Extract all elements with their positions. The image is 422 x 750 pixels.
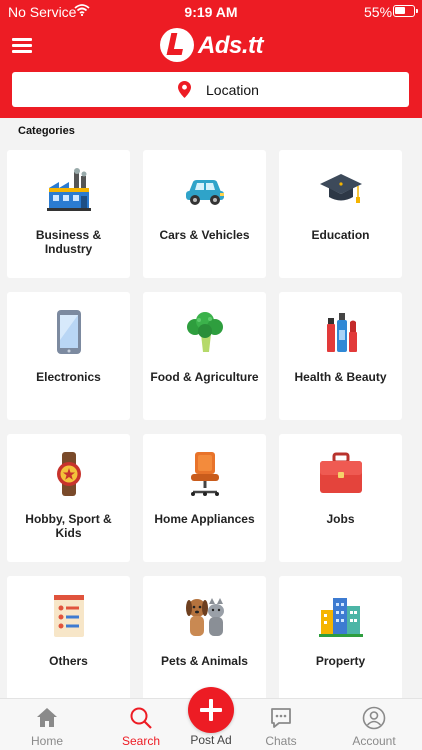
brand-name: Ads.tt (198, 32, 264, 59)
category-card-pets-animals[interactable]: Pets & Animals (143, 576, 266, 704)
logo-badge-icon (160, 28, 194, 62)
brand-logo: Ads.tt (160, 28, 270, 64)
category-card-electronics[interactable]: Electronics (7, 292, 130, 420)
status-bar: No Service 9:19 AM 55% (0, 0, 422, 24)
category-card-business-industry[interactable]: Business & Industry (7, 150, 130, 278)
category-card-property[interactable]: Property (279, 576, 402, 704)
briefcase-icon (279, 452, 402, 500)
category-card-hobby-sport-kids[interactable]: Hobby, Sport & Kids (7, 434, 130, 562)
factory-icon (7, 168, 130, 216)
tab-chats[interactable]: Chats (236, 699, 326, 750)
category-label: Pets & Animals (161, 654, 248, 668)
map-pin-icon (178, 81, 191, 103)
category-card-health-beauty[interactable]: Health & Beauty (279, 292, 402, 420)
user-account-icon (362, 706, 386, 730)
battery-icon (393, 5, 418, 17)
home-icon (35, 706, 59, 730)
car-icon (143, 168, 266, 216)
category-card-cars-vehicles[interactable]: Cars & Vehicles (143, 150, 266, 278)
cosmetics-icon (279, 310, 402, 358)
office-chair-icon (143, 452, 266, 500)
chat-bubble-icon (269, 706, 293, 730)
category-label: Property (315, 654, 366, 668)
post-ad-button[interactable] (188, 687, 234, 733)
hamburger-menu-icon[interactable] (12, 38, 32, 54)
category-card-others[interactable]: Others (7, 576, 130, 704)
category-label: Cars & Vehicles (159, 228, 250, 242)
category-label: Education (311, 228, 370, 242)
category-label: Hobby, Sport & Kids (25, 512, 112, 540)
battery-percentage: 55% (364, 4, 393, 20)
post-ad-label: Post Ad (190, 733, 232, 747)
tab-search[interactable]: Search (96, 699, 186, 750)
tab-account[interactable]: Account (329, 699, 419, 750)
category-card-jobs[interactable]: Jobs (279, 434, 402, 562)
checklist-icon (7, 594, 130, 642)
clock: 9:19 AM (184, 4, 238, 20)
category-card-home-appliances[interactable]: Home Appliances (143, 434, 266, 562)
category-label: Others (49, 654, 88, 668)
app-header: No Service 9:19 AM 55% Ads.tt Location (0, 0, 422, 118)
wristwatch-icon (7, 452, 130, 500)
categories-heading: Categories (18, 125, 75, 137)
broccoli-icon (143, 310, 266, 358)
category-label: Business & Industry (35, 228, 102, 256)
category-label: Home Appliances (154, 512, 255, 526)
graduation-cap-icon (279, 168, 402, 216)
dog-cat-icon (143, 594, 266, 642)
category-label: Electronics (36, 370, 101, 384)
category-label: Jobs (326, 512, 355, 526)
tab-label: Account (352, 734, 396, 748)
tab-label: Search (121, 734, 161, 748)
tab-label: Home (30, 734, 63, 748)
buildings-icon (279, 594, 402, 642)
category-label: Food & Agriculture (150, 370, 259, 384)
search-icon (129, 706, 153, 730)
tab-label: Chats (265, 734, 297, 748)
battery-level-fill (395, 7, 405, 14)
tab-home[interactable]: Home (2, 699, 92, 750)
category-card-food-agriculture[interactable]: Food & Agriculture (143, 292, 266, 420)
location-label: Location (206, 82, 259, 98)
category-label: Health & Beauty (294, 370, 387, 384)
location-selector[interactable]: Location (12, 72, 409, 107)
category-card-education[interactable]: Education (279, 150, 402, 278)
smartphone-icon (7, 310, 130, 358)
